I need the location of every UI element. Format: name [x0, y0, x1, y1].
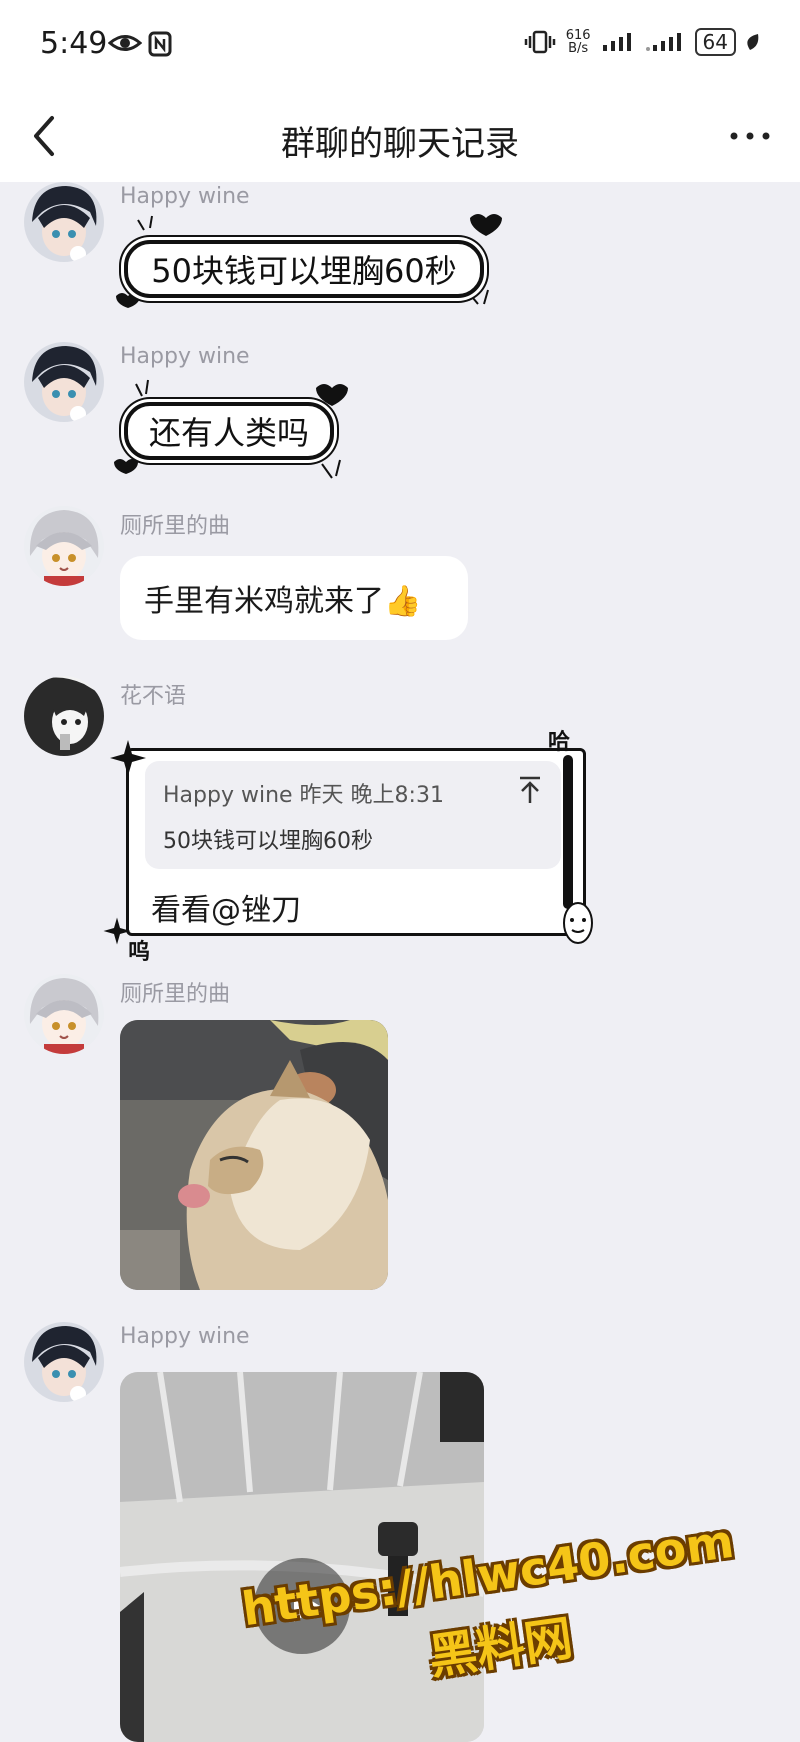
vibrate-icon: [524, 30, 555, 54]
eye-icon: [108, 35, 142, 51]
sender-name: 厕所里的曲: [120, 514, 231, 539]
more-options-icon[interactable]: [718, 110, 782, 162]
signal-icon-2: [645, 33, 681, 51]
status-time: 5:49: [40, 26, 108, 61]
message-bubble[interactable]: 还有人类吗: [124, 402, 334, 460]
message-item: Happy wine 50块钱可以埋胸60秒: [0, 182, 800, 322]
message-item: 花不语 Happy wine 昨天 晚上8:31 50块钱可以埋胸60秒 看看@…: [0, 676, 800, 965]
message-text: 还有人类吗: [148, 414, 309, 452]
avatar[interactable]: [24, 1322, 104, 1402]
status-bar: 5:49 616 B/s 64: [0, 0, 800, 90]
sender-name: Happy wine: [120, 344, 250, 369]
quoted-message-header: Happy wine 昨天 晚上8:31: [163, 783, 444, 808]
leaf-icon: [747, 34, 759, 50]
message-text: 看看@锉刀: [151, 893, 301, 928]
signal-icon-1: [602, 33, 631, 51]
message-item: 厕所里的曲 手里有米鸡就来了👍: [0, 506, 800, 646]
battery-indicator: 64: [694, 28, 736, 56]
network-speed: 616 B/s: [565, 28, 591, 56]
message-bubble[interactable]: 50块钱可以埋胸60秒: [124, 240, 484, 298]
navigation-bar: 群聊的聊天记录: [0, 90, 800, 182]
sticker-face-icon: [563, 902, 593, 944]
sender-name: 花不语: [120, 684, 187, 709]
sparkle-icon: [110, 740, 146, 776]
page-title: 群聊的聊天记录: [281, 124, 519, 164]
message-item: Happy wine 还有人类吗: [0, 342, 800, 482]
avatar[interactable]: [24, 506, 104, 586]
jump-to-top-icon[interactable]: [517, 775, 543, 805]
bubble-decoration-text: 哈: [548, 730, 571, 755]
avatar[interactable]: [24, 342, 104, 422]
frame-scrollbar-decoration: [563, 755, 573, 909]
sender-name: Happy wine: [120, 1324, 250, 1349]
sender-name: Happy wine: [120, 184, 250, 209]
sparkle-icon: [103, 917, 131, 945]
quoted-message-text: 50块钱可以埋胸60秒: [163, 829, 373, 854]
message-item: 厕所里的曲: [0, 974, 800, 1294]
reply-bubble[interactable]: Happy wine 昨天 晚上8:31 50块钱可以埋胸60秒 看看@锉刀: [126, 748, 586, 936]
message-text: 50块钱可以埋胸60秒: [151, 252, 457, 290]
avatar[interactable]: [24, 182, 104, 262]
image-message[interactable]: [120, 1020, 388, 1290]
avatar[interactable]: [24, 974, 104, 1054]
sender-name: 厕所里的曲: [120, 982, 231, 1007]
dog-photo: [120, 1020, 388, 1290]
message-text: 手里有米鸡就来了👍: [144, 584, 422, 619]
message-bubble[interactable]: 手里有米鸡就来了👍: [120, 556, 468, 640]
nfc-icon: [148, 31, 172, 57]
quoted-message[interactable]: Happy wine 昨天 晚上8:31 50块钱可以埋胸60秒: [145, 761, 561, 869]
